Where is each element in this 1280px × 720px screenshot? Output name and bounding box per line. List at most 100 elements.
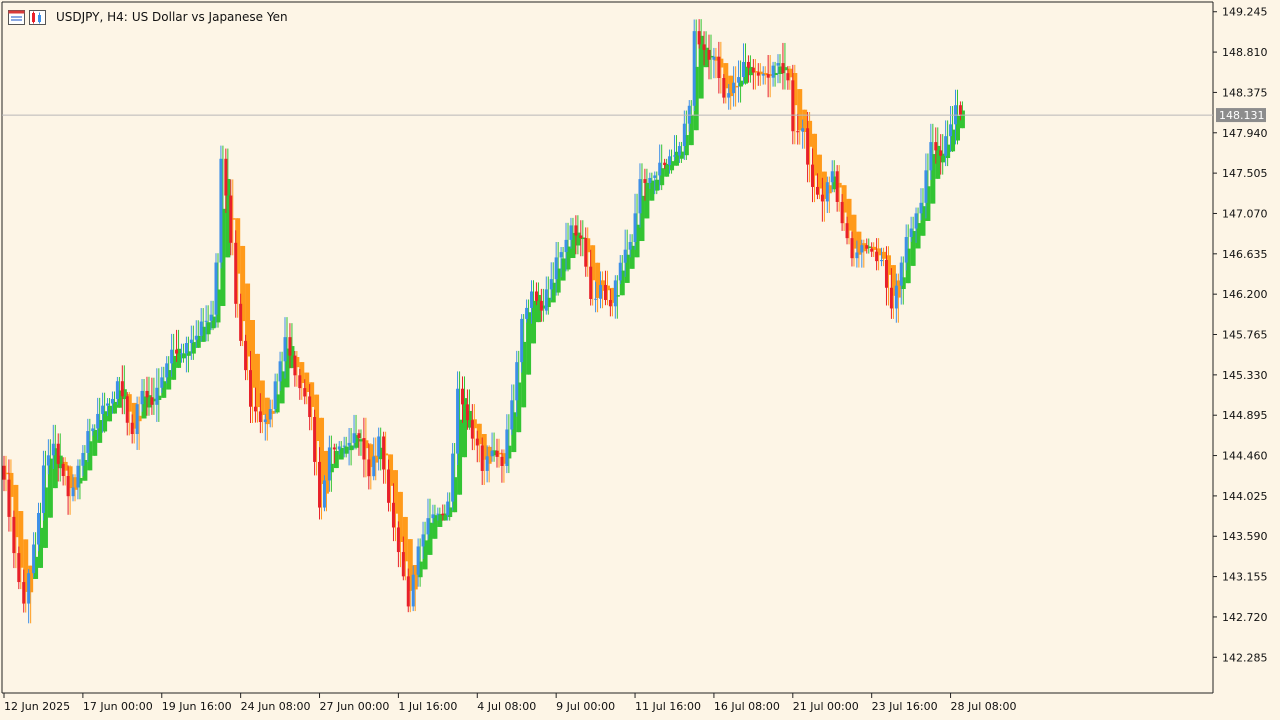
time-tick-label: 28 Jul 08:00 xyxy=(951,700,1017,713)
candle-body xyxy=(155,387,159,405)
candle-body xyxy=(958,105,962,116)
candle-body xyxy=(549,279,553,290)
candle-body xyxy=(899,262,903,286)
candle-body xyxy=(840,201,844,224)
candle-body xyxy=(263,419,267,423)
candle-body xyxy=(850,238,854,259)
candle-body xyxy=(618,262,622,281)
candle-body xyxy=(273,381,277,410)
candle-body xyxy=(441,513,445,516)
candle-body xyxy=(815,186,819,195)
time-tick-label: 1 Jul 16:00 xyxy=(398,700,457,713)
candle-body xyxy=(737,77,741,83)
price-chart[interactable]: 149.245 148.810 148.375 147.940 147.505 147.0… xyxy=(0,0,1280,720)
candle-body xyxy=(12,516,16,554)
chart-symbol: USDJPY, H4: xyxy=(56,10,128,24)
candle-body xyxy=(189,339,193,344)
candle-body xyxy=(544,289,548,311)
candle-body xyxy=(120,381,124,397)
candle-body xyxy=(746,61,750,68)
candle-body xyxy=(894,285,898,309)
time-tick-label: 16 Jul 08:00 xyxy=(714,700,780,713)
candle-body xyxy=(628,242,632,250)
time-tick-label: 24 Jun 08:00 xyxy=(241,700,311,713)
candle-body xyxy=(66,476,70,497)
time-tick-label: 17 Jun 00:00 xyxy=(83,700,153,713)
candle-body xyxy=(298,375,302,389)
candle-body xyxy=(633,213,637,243)
candle-body xyxy=(776,63,780,66)
candle-body xyxy=(37,512,41,545)
candle-body xyxy=(574,225,578,236)
candle-body xyxy=(76,465,80,488)
candle-body xyxy=(209,314,213,321)
candle-body xyxy=(244,340,248,371)
candle-body xyxy=(110,398,114,404)
price-tick-label: 146.200 xyxy=(1222,288,1268,301)
price-tick-label: 147.940 xyxy=(1222,127,1268,140)
candle-body xyxy=(258,411,262,423)
candle-body xyxy=(909,228,913,238)
price-tick-label: 147.505 xyxy=(1222,167,1268,180)
candle-body xyxy=(835,171,839,202)
candle-body xyxy=(490,450,494,457)
candle-body xyxy=(860,245,864,253)
candle-body xyxy=(914,213,918,229)
candle-body xyxy=(253,406,257,412)
candle-body xyxy=(96,413,100,429)
time-tick-label: 21 Jul 00:00 xyxy=(793,700,859,713)
chart-window[interactable]: 149.245 148.810 148.375 147.940 147.505 147.0… xyxy=(0,0,1280,720)
candle-body xyxy=(446,501,450,516)
candle-body xyxy=(342,445,346,447)
candle-body xyxy=(268,409,272,420)
candle-body xyxy=(584,238,588,267)
candle-body xyxy=(145,390,149,398)
candle-body xyxy=(347,442,351,446)
candle-body xyxy=(756,72,760,76)
candle-body xyxy=(692,31,696,106)
candle-body xyxy=(352,433,356,443)
candle-body xyxy=(56,443,60,464)
candle-body xyxy=(534,291,538,301)
candle-body xyxy=(677,146,681,156)
price-tick-label: 142.285 xyxy=(1222,651,1268,664)
candle-body xyxy=(520,318,524,363)
chart-properties-icon[interactable] xyxy=(29,9,46,25)
time-tick-label: 19 Jun 16:00 xyxy=(162,700,232,713)
price-tick-label: 148.375 xyxy=(1222,86,1268,99)
candle-body xyxy=(32,544,36,574)
candle-body xyxy=(86,431,90,453)
candle-body xyxy=(648,177,652,183)
candle-body xyxy=(712,56,716,60)
candle-body xyxy=(387,469,391,503)
candle-body xyxy=(939,150,943,156)
candle-body xyxy=(184,343,188,354)
candle-body xyxy=(391,502,395,528)
candle-body xyxy=(613,280,617,307)
candle-body xyxy=(278,361,282,382)
candle-body xyxy=(475,438,479,446)
candle-body xyxy=(150,397,154,405)
candle-body xyxy=(372,456,376,477)
candle-body xyxy=(81,452,85,466)
candle-body xyxy=(470,420,474,439)
candle-body xyxy=(855,252,859,259)
candle-body xyxy=(865,245,869,249)
candle-body xyxy=(234,242,238,304)
candle-body xyxy=(682,123,686,147)
candle-body xyxy=(194,335,198,340)
candle-body xyxy=(791,80,795,132)
candle-body xyxy=(653,175,657,178)
candle-body xyxy=(569,225,573,240)
candle-body xyxy=(727,93,731,98)
chart-window-icon[interactable] xyxy=(8,9,25,25)
candle-body xyxy=(889,287,893,309)
chart-background xyxy=(0,0,1280,720)
candle-body xyxy=(416,546,420,575)
candle-body xyxy=(702,44,706,50)
time-tick-label: 9 Jul 00:00 xyxy=(556,700,615,713)
candle-body xyxy=(929,142,933,171)
candle-body xyxy=(199,321,203,336)
candle-body xyxy=(811,164,815,187)
time-tick-label: 27 Jun 00:00 xyxy=(320,700,390,713)
